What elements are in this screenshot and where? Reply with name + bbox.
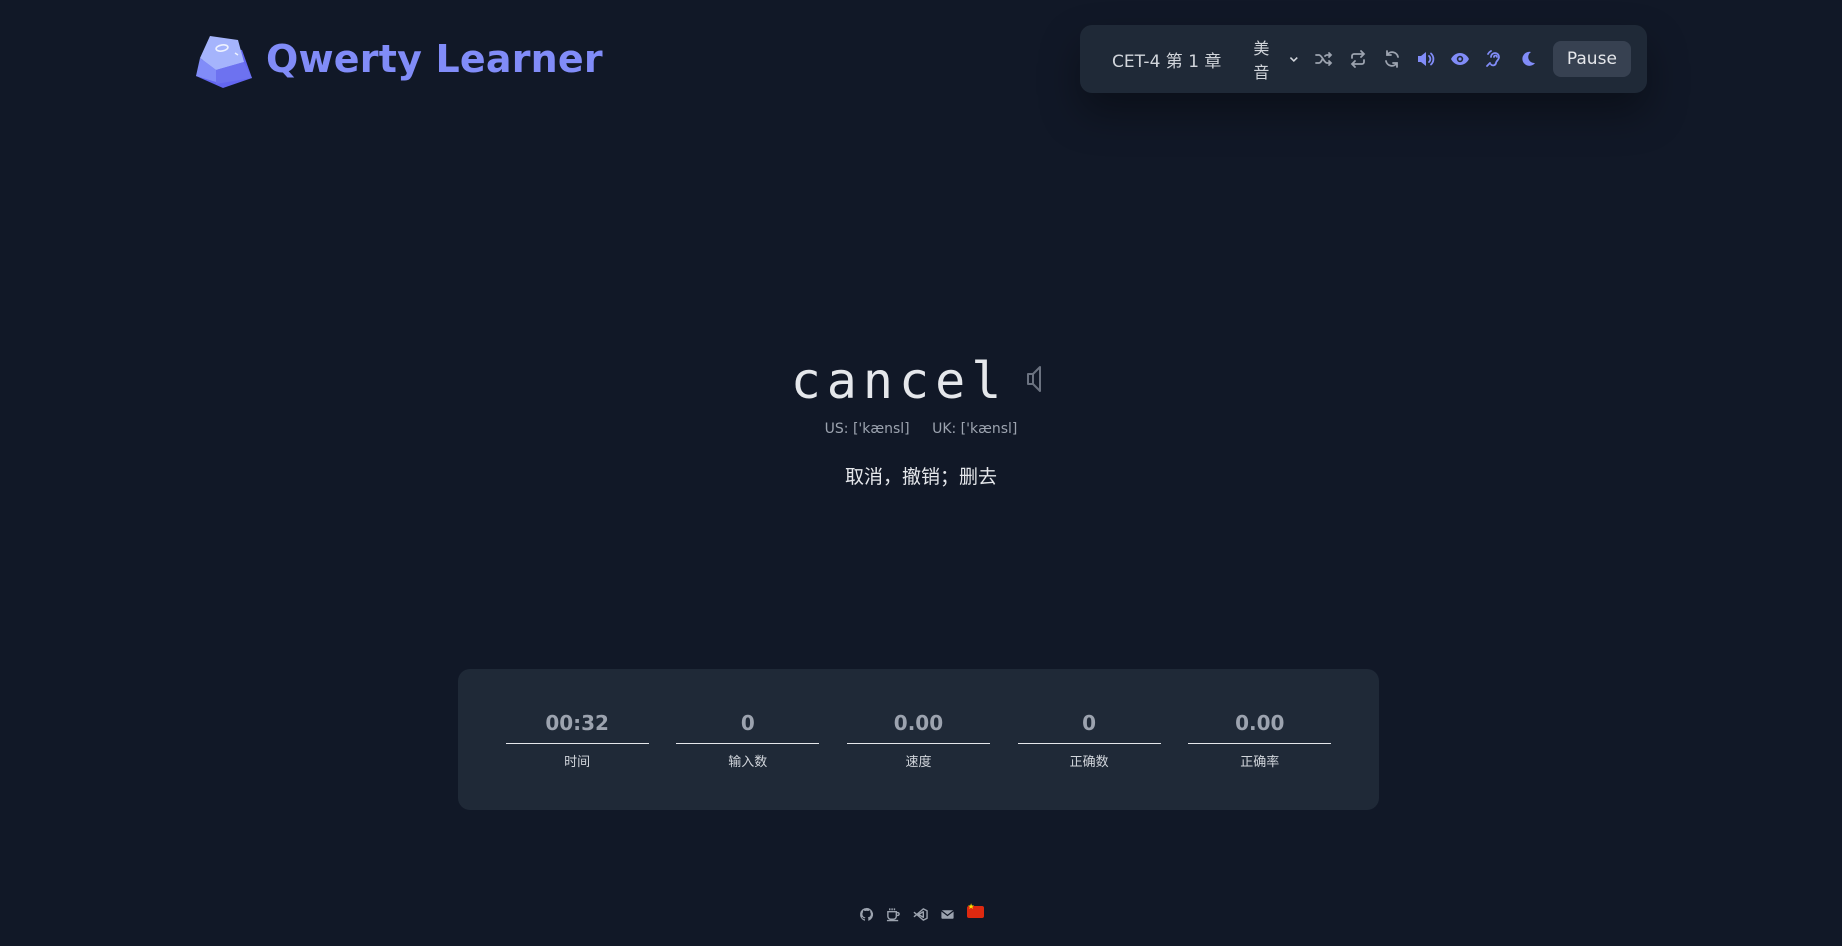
stat-value: 0.00 [846, 711, 990, 744]
pause-button[interactable]: Pause [1552, 41, 1632, 77]
us-phonetic: US: ['kænsl] [824, 421, 910, 437]
stat-speed: 0.00 速度 [846, 669, 990, 770]
phonetics: US: ['kænsl] UK: ['kænsl] [0, 421, 1842, 437]
mail-icon[interactable] [940, 906, 956, 922]
stat-label: 正确数 [1069, 755, 1109, 770]
refresh-icon[interactable] [1381, 48, 1402, 70]
volume-icon[interactable] [1415, 48, 1436, 70]
repeat-icon[interactable] [1347, 48, 1368, 70]
stat-input-count: 0 输入数 [676, 669, 820, 770]
footer-links [0, 902, 1842, 922]
hearing-icon[interactable] [1483, 48, 1504, 70]
shuffle-icon[interactable] [1313, 48, 1334, 70]
keycap-logo-icon [196, 36, 252, 88]
stat-value: 0.00 [1188, 711, 1332, 744]
dictionary-selector[interactable]: CET-4 第 1 章 [1112, 47, 1221, 72]
stat-value: 0 [676, 711, 820, 744]
app-logo[interactable]: Qwerty Learner [190, 28, 603, 90]
app-title: Qwerty Learner [266, 37, 603, 81]
stat-correct-count: 0 正确数 [1017, 669, 1161, 770]
vscode-icon[interactable] [913, 906, 929, 922]
speaker-icon[interactable] [1025, 362, 1051, 400]
accent-selector[interactable]: 美音 [1253, 35, 1299, 83]
coffee-icon[interactable] [886, 906, 902, 922]
stat-label: 输入数 [728, 755, 768, 770]
top-toolbar: CET-4 第 1 章 美音 Pause [1080, 25, 1647, 93]
china-flag-icon[interactable] [966, 902, 984, 918]
current-word: cancel [790, 352, 1008, 410]
uk-phonetic: UK: ['kænsl] [932, 421, 1018, 437]
stat-label: 速度 [905, 755, 932, 770]
stat-value: 0 [1017, 711, 1161, 744]
chevron-down-icon [1289, 56, 1298, 63]
stat-label: 时间 [564, 755, 591, 770]
eye-icon[interactable] [1449, 48, 1470, 70]
moon-icon[interactable] [1517, 48, 1538, 70]
word-meaning: 取消，撤销；删去 [844, 466, 997, 488]
stat-label: 正确率 [1240, 755, 1280, 770]
word-display: cancel [0, 352, 1842, 410]
stat-value: 00:32 [505, 711, 649, 744]
accent-label: 美音 [1253, 39, 1270, 82]
stats-panel: 00:32 时间 0 输入数 0.00 速度 0 正确数 0.00 正确率 [458, 669, 1379, 810]
stat-time: 00:32 时间 [505, 669, 649, 770]
stat-accuracy: 0.00 正确率 [1188, 669, 1332, 770]
github-icon[interactable] [859, 906, 875, 922]
